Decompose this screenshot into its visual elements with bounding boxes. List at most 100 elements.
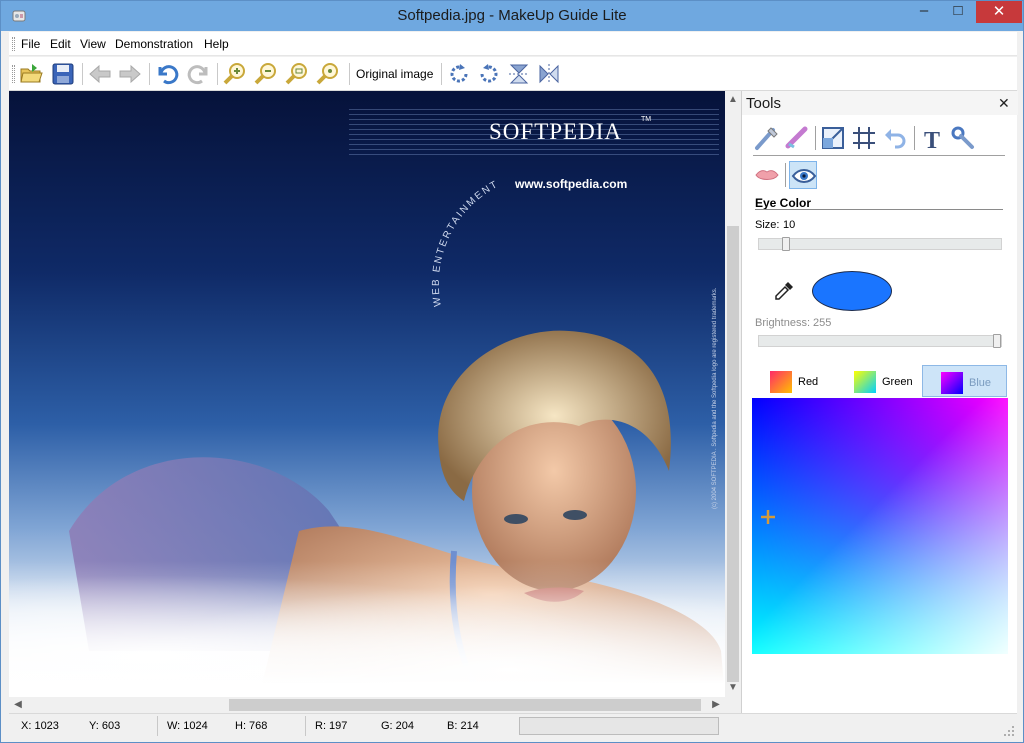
zoom-actual-button[interactable] (315, 61, 341, 87)
zoom-in-icon (223, 63, 245, 85)
tab-blue[interactable]: Blue (922, 365, 1007, 397)
flip-horizontal-button[interactable] (536, 61, 562, 87)
undo-arrow-icon (885, 129, 906, 149)
tab-blue-label: Blue (969, 377, 992, 389)
tools-title: Tools (746, 95, 782, 112)
zoom-actual-icon (316, 63, 338, 85)
title-bar[interactable]: Softpedia.jpg - MakeUp Guide Lite – □ ✕ (1, 1, 1023, 31)
window-title: Softpedia.jpg - MakeUp Guide Lite (397, 7, 627, 24)
scroll-down-icon[interactable]: ▼ (726, 681, 740, 695)
flip-horizontal-icon (539, 64, 559, 84)
eyedropper-icon (775, 282, 793, 300)
tools-header: Tools ✕ (742, 91, 1018, 115)
toolbar-separator (82, 63, 83, 85)
save-button[interactable] (50, 61, 76, 87)
brightness-slider[interactable] (758, 334, 1002, 348)
toolbar-separator (441, 63, 442, 85)
undo-tool-button[interactable] (881, 124, 909, 152)
status-height: H: 768 (235, 720, 268, 732)
menu-file[interactable]: File (21, 37, 40, 51)
eye-tool-button[interactable] (789, 161, 817, 189)
app-window: Softpedia.jpg - MakeUp Guide Lite – □ ✕ … (0, 0, 1024, 743)
size-slider-thumb[interactable] (782, 237, 790, 251)
text-icon: T (924, 128, 940, 154)
save-icon (52, 63, 74, 85)
tools-separator (785, 163, 786, 187)
zoom-fit-button[interactable] (284, 61, 310, 87)
image-clouds (9, 561, 725, 697)
tab-red[interactable]: Red (752, 365, 836, 397)
scroll-up-icon[interactable]: ▲ (726, 93, 740, 107)
open-folder-icon (20, 64, 43, 83)
lips-tool-button[interactable] (753, 161, 781, 189)
status-blue: B: 214 (447, 720, 479, 732)
minimize-button[interactable]: – (909, 1, 939, 23)
status-y: Y: 603 (89, 720, 121, 732)
scroll-right-icon[interactable]: ▶ (709, 698, 723, 712)
undo-icon (158, 65, 179, 85)
menu-help[interactable]: Help (204, 37, 229, 51)
menu-edit[interactable]: Edit (50, 37, 71, 51)
grid-icon (853, 127, 875, 149)
eraser-tool-button[interactable] (783, 124, 811, 152)
original-image-button[interactable]: Original image (356, 67, 433, 81)
brush-tool-button[interactable] (753, 124, 781, 152)
rotate-ccw-button[interactable] (476, 61, 502, 87)
text-tool-button[interactable]: T (919, 124, 947, 154)
menu-view[interactable]: View (80, 37, 106, 51)
status-green: G: 204 (381, 720, 415, 732)
back-button[interactable] (87, 61, 113, 87)
menu-demonstration[interactable]: Demonstration (115, 37, 193, 51)
tools-close-button[interactable]: ✕ (998, 95, 1010, 112)
zoom-out-button[interactable] (253, 61, 279, 87)
crop-tool-button[interactable] (819, 124, 847, 152)
brightness-slider-thumb[interactable] (993, 334, 1001, 348)
status-progress-bar (519, 717, 719, 735)
wrench-icon (951, 126, 974, 149)
red-channel-icon (770, 371, 792, 393)
horizontal-scrollbar[interactable]: ◀ ▶ (9, 697, 725, 713)
image-canvas[interactable]: SOFTPEDIA TM www.softpedia.com WEB ENTER… (9, 91, 725, 697)
toolbar: Original image (9, 57, 1017, 91)
toolbar-separator (349, 63, 350, 85)
grid-tool-button[interactable] (850, 124, 878, 152)
redo-button[interactable] (186, 61, 212, 87)
toolbar-separator (149, 63, 150, 85)
maximize-button[interactable]: □ (943, 1, 973, 23)
forward-arrow-icon (119, 64, 141, 84)
minimize-icon: – (919, 2, 929, 19)
size-label: Size: (755, 219, 780, 231)
menu-bar: File Edit View Demonstration Help (9, 32, 1017, 56)
forward-button[interactable] (117, 61, 143, 87)
size-value: 10 (783, 219, 796, 231)
crop-icon (822, 127, 844, 149)
tab-green[interactable]: Green (836, 365, 922, 397)
current-color-swatch[interactable] (812, 271, 892, 311)
undo-button[interactable] (154, 61, 180, 87)
toolbar-grip[interactable] (12, 65, 15, 83)
tools-panel: Tools ✕ T Eye Color Size: 10 Brightness:… (741, 91, 1018, 713)
vertical-scroll-thumb[interactable] (727, 226, 739, 682)
size-slider[interactable] (758, 237, 1002, 251)
tools-separator (753, 155, 1005, 156)
status-red: R: 197 (315, 720, 348, 732)
eye-icon (791, 169, 817, 183)
zoom-in-button[interactable] (222, 61, 248, 87)
tab-green-label: Green (882, 376, 913, 388)
crosshair-icon[interactable] (760, 509, 776, 525)
blue-channel-icon (941, 372, 963, 394)
color-picker-button[interactable] (772, 279, 796, 303)
flip-vertical-button[interactable] (506, 61, 532, 87)
wrench-tool-button[interactable] (949, 124, 977, 152)
rotate-cw-button[interactable] (446, 61, 472, 87)
open-button[interactable] (18, 61, 44, 87)
brightness-label: Brightness: (755, 317, 811, 329)
resize-grip-icon[interactable] (1003, 725, 1015, 737)
vertical-scrollbar[interactable]: ▲ ▼ (725, 91, 741, 697)
horizontal-scroll-thumb[interactable] (229, 699, 701, 711)
menu-grip[interactable] (12, 37, 15, 51)
close-button[interactable]: ✕ (976, 1, 1022, 23)
section-underline (755, 209, 1003, 210)
flip-vertical-icon (509, 64, 529, 84)
scroll-left-icon[interactable]: ◀ (11, 698, 25, 712)
